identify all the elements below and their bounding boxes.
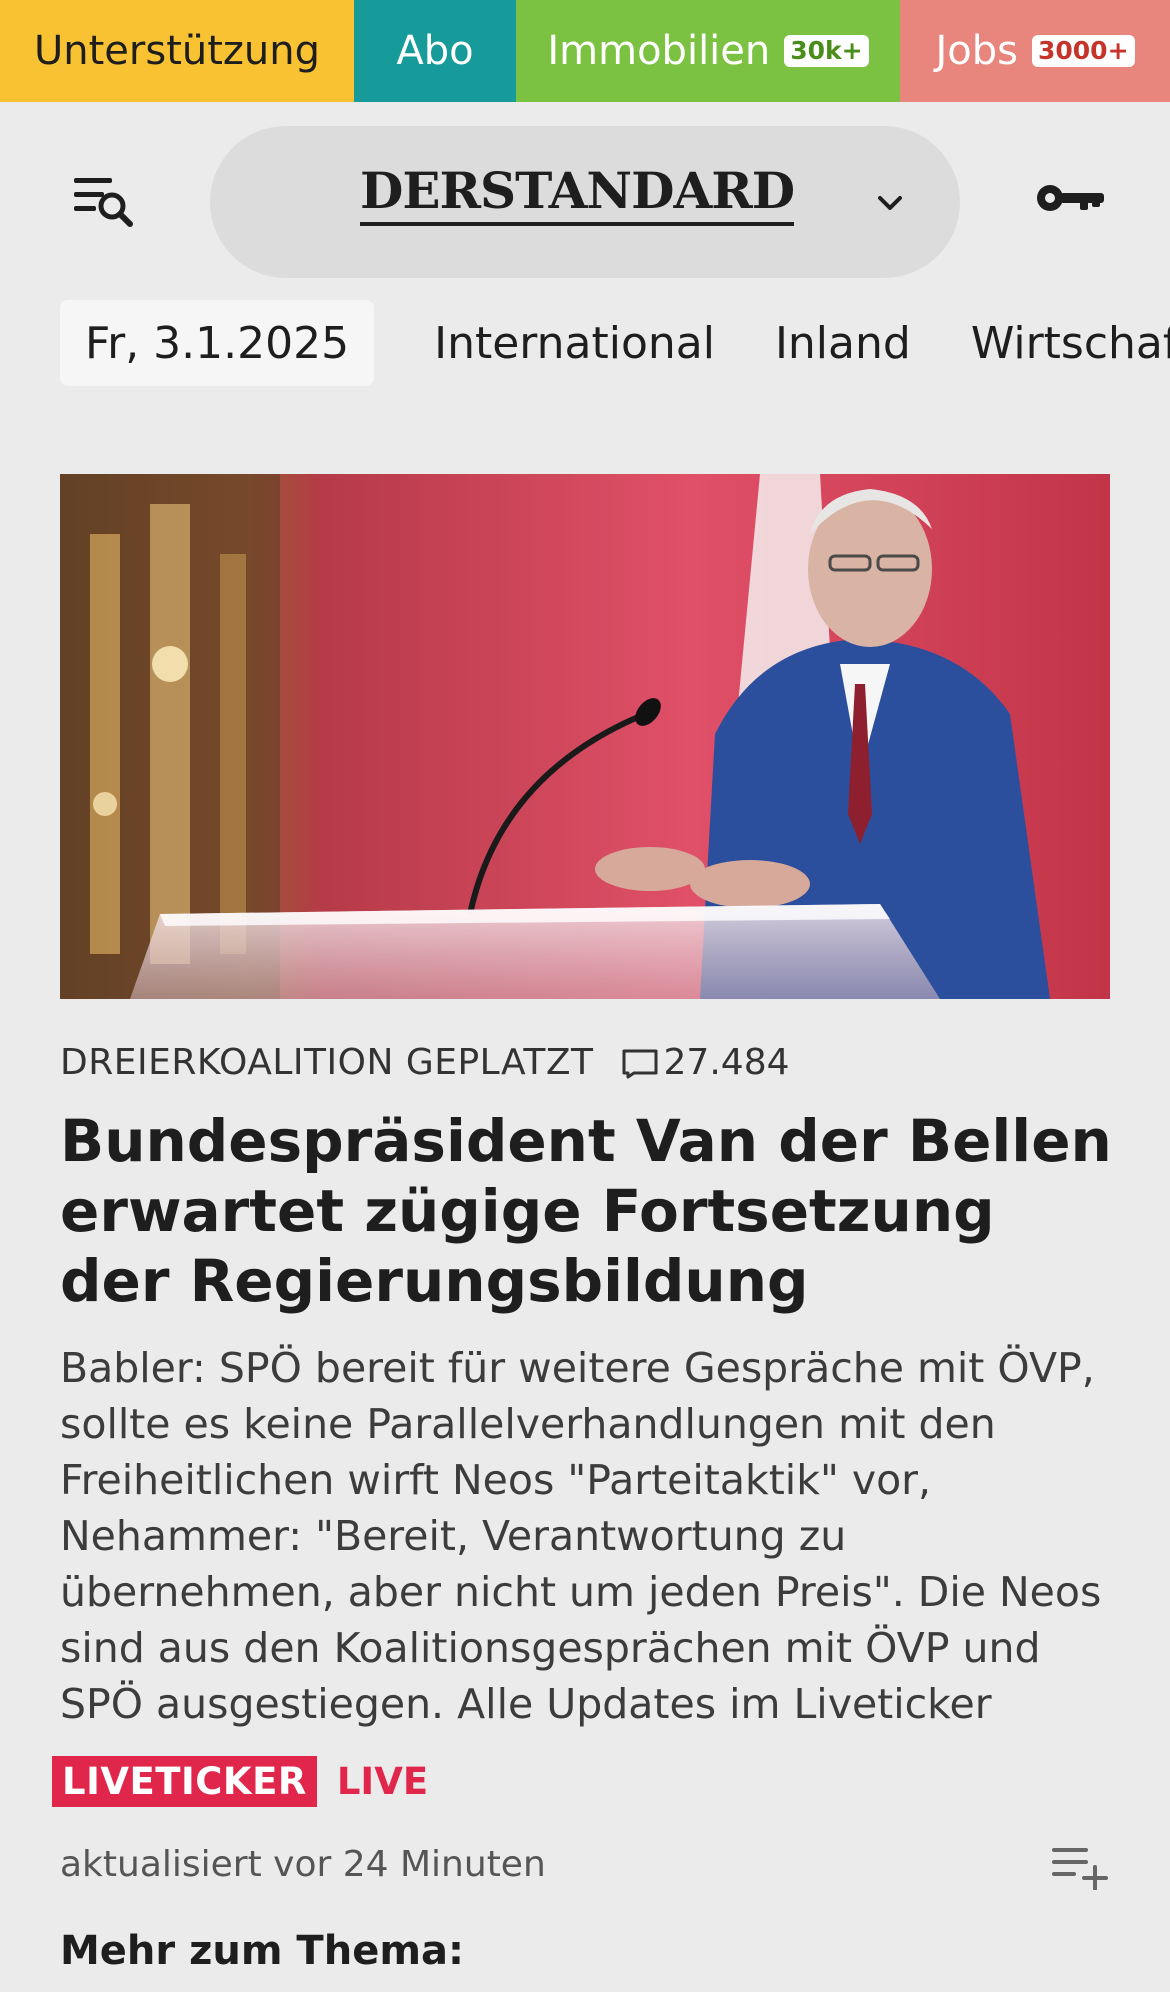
immobilien-count-badge: 30k+ [784, 35, 869, 67]
article-teaser[interactable]: Babler: SPÖ bereit für weitere Gespräche… [60, 1340, 1120, 1732]
nav-immobilien-label: Immobilien [547, 28, 771, 74]
section-nav: Fr, 3.1.2025 International Inland Wirtsc… [60, 300, 1170, 386]
hero-photo [60, 474, 1110, 999]
section-inland[interactable]: Inland [775, 318, 911, 369]
nav-jobs-label: Jobs [935, 28, 1018, 74]
more-topic-heading: Mehr zum Thema: [60, 1928, 464, 1974]
nav-unterstuetzung-label: Unterstützung [33, 28, 320, 74]
chevron-down-icon [878, 196, 902, 210]
comment-count-link[interactable]: 27.484 [620, 1042, 790, 1083]
live-row: LIVETICKER LIVE [52, 1756, 428, 1807]
logo-edition-switcher[interactable]: DERSTANDARD [210, 126, 960, 278]
nav-abo[interactable]: Abo [354, 0, 516, 102]
site-header: DERSTANDARD [0, 102, 1170, 292]
key-icon[interactable] [1034, 178, 1106, 218]
nav-jobs[interactable]: Jobs 3000+ [900, 0, 1170, 102]
comment-icon [622, 1049, 658, 1078]
nav-unterstuetzung[interactable]: Unterstützung [0, 0, 354, 102]
liveticker-badge: LIVETICKER [52, 1756, 317, 1807]
section-wirtschaft[interactable]: Wirtschaft [971, 318, 1170, 369]
article-hero-image[interactable] [60, 474, 1110, 999]
article-kicker: DREIERKOALITION GEPLATZT [60, 1042, 594, 1083]
menu-search-icon[interactable] [60, 172, 140, 242]
article-headline[interactable]: Bundespräsident Van der Bellen erwartet … [60, 1106, 1120, 1316]
section-international[interactable]: International [434, 318, 715, 369]
updated-timestamp: aktualisiert vor 24 Minuten [60, 1844, 546, 1885]
date-label: Fr, 3.1.2025 [85, 317, 350, 369]
live-label: LIVE [336, 1760, 429, 1803]
jobs-count-badge: 3000+ [1031, 35, 1135, 67]
nav-immobilien[interactable]: Immobilien 30k+ [516, 0, 900, 102]
nav-abo-label: Abo [396, 28, 474, 74]
logo: DERSTANDARD [360, 162, 795, 226]
comment-count: 27.484 [663, 1042, 790, 1083]
article-kicker-row: DREIERKOALITION GEPLATZT 27.484 [60, 1042, 790, 1083]
top-nav: Unterstützung Abo Immobilien 30k+ Jobs 3… [0, 0, 1170, 102]
date-button[interactable]: Fr, 3.1.2025 [60, 300, 375, 386]
add-to-list-icon[interactable] [1048, 1842, 1112, 1890]
